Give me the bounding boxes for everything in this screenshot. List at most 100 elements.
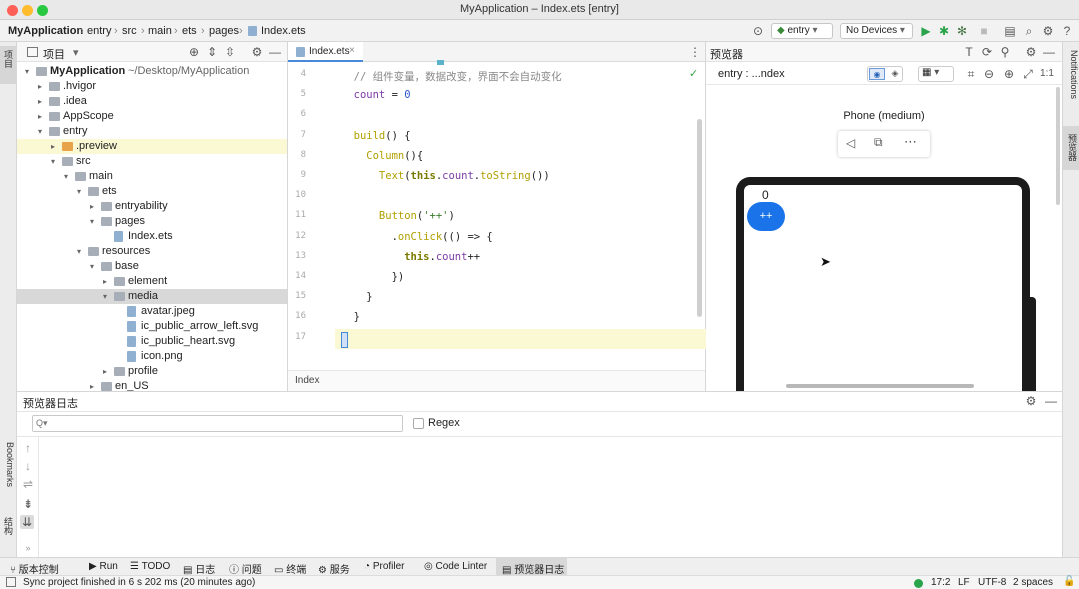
tree-item[interactable]: ▾ pages bbox=[17, 214, 287, 229]
soft-wrap-icon[interactable]: ⇌ bbox=[21, 477, 35, 491]
search-icon[interactable]: ⌕ bbox=[1022, 24, 1036, 38]
tree-item[interactable]: ▾ resources bbox=[17, 244, 287, 259]
regex-checkbox[interactable] bbox=[413, 418, 424, 429]
tree-item[interactable]: ▸ .preview bbox=[17, 139, 287, 154]
settings-icon[interactable]: ⚙ bbox=[1024, 394, 1038, 408]
preview-scrollbar[interactable] bbox=[786, 384, 974, 388]
chevron-right-icon[interactable]: ▸ bbox=[51, 139, 61, 154]
chevron-down-icon[interactable]: ▾ bbox=[64, 169, 74, 184]
tree-item[interactable]: ▾ entry bbox=[17, 124, 287, 139]
target-icon[interactable]: ⊙ bbox=[751, 24, 765, 38]
bookmarks-tool-tab[interactable]: Bookmarks bbox=[2, 442, 15, 487]
chevron-down-icon[interactable]: ▾ bbox=[77, 184, 87, 199]
log-output-area[interactable] bbox=[40, 437, 1062, 558]
tree-item[interactable]: avatar.jpeg bbox=[17, 304, 287, 319]
previewer-log-tab[interactable]: ▤ 预览器日志 bbox=[496, 558, 567, 576]
help-icon[interactable]: ? bbox=[1060, 24, 1074, 38]
device-manager-icon[interactable]: ▤ bbox=[1003, 24, 1017, 38]
chevron-down-icon[interactable]: ▾ bbox=[73, 46, 79, 59]
debug-icon[interactable]: ✱ bbox=[937, 24, 951, 38]
device-select[interactable]: No Devices ▾ bbox=[840, 23, 913, 39]
tree-item[interactable]: ▾ main bbox=[17, 169, 287, 184]
chevron-down-icon[interactable]: ▾ bbox=[77, 244, 87, 259]
chevron-down-icon[interactable]: ▾ bbox=[90, 214, 100, 229]
code-linter-tab[interactable]: ◎ Code Linter bbox=[424, 561, 487, 572]
settings-icon[interactable]: ⚙ bbox=[1041, 24, 1055, 38]
tree-item[interactable]: icon.png bbox=[17, 349, 287, 364]
arrow-down-icon[interactable]: ↓ bbox=[21, 459, 35, 473]
tree-item[interactable]: ▾ src bbox=[17, 154, 287, 169]
more-options-icon[interactable]: ⋮ bbox=[688, 45, 702, 59]
caret-position[interactable]: 17:2 bbox=[931, 577, 950, 588]
collapse-all-icon[interactable]: ⇳ bbox=[223, 45, 237, 59]
editor-scrollbar[interactable] bbox=[697, 119, 702, 317]
project-panel-title[interactable]: 项目 bbox=[43, 46, 65, 62]
tree-item[interactable]: ▸ element bbox=[17, 274, 287, 289]
chevron-right-icon[interactable]: ▸ bbox=[90, 379, 100, 391]
previewer-tool-tab[interactable]: 预览器 bbox=[1066, 134, 1079, 161]
status-indicator-icon[interactable] bbox=[914, 579, 923, 588]
expand-all-icon[interactable]: ⇕ bbox=[205, 45, 219, 59]
tree-item[interactable]: ▾ ets bbox=[17, 184, 287, 199]
hide-panel-icon[interactable]: — bbox=[268, 45, 282, 59]
inspector-icon[interactable]: ◉ bbox=[869, 68, 885, 80]
toggle-tool-windows-icon[interactable] bbox=[6, 577, 16, 587]
pin-icon[interactable]: ⚲ bbox=[998, 45, 1012, 59]
line-separator[interactable]: LF bbox=[958, 577, 970, 588]
breadcrumb-pages[interactable]: pages bbox=[209, 25, 239, 37]
chevron-down-icon[interactable]: ▾ bbox=[90, 259, 100, 274]
tree-item[interactable]: ▸ profile bbox=[17, 364, 287, 379]
code-area[interactable]: // 组件变量，数据改变，界面不会自动变化 count = 0 build() … bbox=[336, 62, 696, 370]
notifications-tool-tab[interactable]: Notifications bbox=[1066, 50, 1079, 99]
settings-icon[interactable]: ⚙ bbox=[250, 45, 264, 59]
back-icon[interactable]: ◁ bbox=[846, 136, 855, 150]
text-icon[interactable]: T bbox=[962, 45, 976, 59]
tree-item[interactable]: ▾ MyApplication ~/Desktop/MyApplication bbox=[17, 64, 287, 79]
crop-icon[interactable]: ⌗ bbox=[964, 67, 978, 81]
stop-icon[interactable]: ■ bbox=[977, 24, 991, 38]
structure-tool-tab[interactable]: 结构 bbox=[2, 517, 15, 535]
preview-page-label[interactable]: entry : ...ndex bbox=[718, 68, 785, 80]
tree-item[interactable]: Index.ets bbox=[17, 229, 287, 244]
breadcrumb-ets[interactable]: ets bbox=[182, 25, 197, 37]
hide-panel-icon[interactable]: — bbox=[1044, 394, 1058, 408]
tree-item[interactable]: ▾ media bbox=[17, 289, 287, 304]
indent-setting[interactable]: 2 spaces bbox=[1013, 577, 1053, 588]
chevron-right-icon[interactable]: ▸ bbox=[38, 109, 48, 124]
tab-index-ets[interactable]: Index.ets × bbox=[288, 42, 363, 62]
breadcrumb-file[interactable]: Index.ets bbox=[261, 25, 306, 37]
version-control-tab[interactable]: ⑂ 版本控制 bbox=[10, 561, 59, 576]
services-tab[interactable]: ⚙ 服务 bbox=[318, 561, 350, 576]
breadcrumb-src[interactable]: src bbox=[122, 25, 137, 37]
chevron-right-icon[interactable]: ▸ bbox=[103, 364, 113, 379]
run-tab[interactable]: ▶ Run bbox=[89, 561, 118, 572]
problems-tab[interactable]: ⓘ 问题 bbox=[229, 561, 262, 576]
grid-view-select[interactable]: ▦ ▾ bbox=[918, 66, 954, 82]
tree-item[interactable]: ▾ base bbox=[17, 259, 287, 274]
terminal-tab[interactable]: ▭ 终端 bbox=[274, 561, 306, 576]
chevron-down-icon[interactable]: ▾ bbox=[38, 124, 48, 139]
actual-size-icon[interactable]: 1:1 bbox=[1040, 67, 1054, 81]
editor-footer-label[interactable]: Index bbox=[295, 375, 319, 386]
module-select[interactable]: ◆ entry ▾ bbox=[771, 23, 833, 39]
log-search-input[interactable]: Q▾ bbox=[32, 415, 403, 432]
tree-item[interactable]: ▸ AppScope bbox=[17, 109, 287, 124]
breadcrumb-main[interactable]: main bbox=[148, 25, 172, 37]
chevron-down-icon[interactable]: ▾ bbox=[51, 154, 61, 169]
chevron-right-icon[interactable]: ▸ bbox=[90, 199, 100, 214]
layers-icon[interactable]: ◈ bbox=[888, 68, 902, 80]
locate-file-icon[interactable]: ⊕ bbox=[187, 45, 201, 59]
log-tab[interactable]: ▤ 日志 bbox=[183, 561, 215, 576]
file-encoding[interactable]: UTF-8 bbox=[978, 577, 1006, 588]
project-tool-tab[interactable]: 项目 bbox=[2, 50, 15, 68]
tree-item[interactable]: ▸ .idea bbox=[17, 94, 287, 109]
tree-item[interactable]: ▸ .hvigor bbox=[17, 79, 287, 94]
status-message[interactable]: Sync project finished in 6 s 202 ms (20 … bbox=[23, 577, 255, 588]
chevron-down-icon[interactable]: ▾ bbox=[25, 64, 35, 79]
close-tab-icon[interactable]: × bbox=[349, 45, 355, 56]
more-icon[interactable]: » bbox=[21, 541, 35, 555]
todo-tab[interactable]: ☰ TODO bbox=[130, 561, 170, 572]
settings-icon[interactable]: ⚙ bbox=[1024, 45, 1038, 59]
attach-debugger-icon[interactable]: ✻ bbox=[955, 24, 969, 38]
zoom-out-icon[interactable]: ⊖ bbox=[982, 67, 996, 81]
